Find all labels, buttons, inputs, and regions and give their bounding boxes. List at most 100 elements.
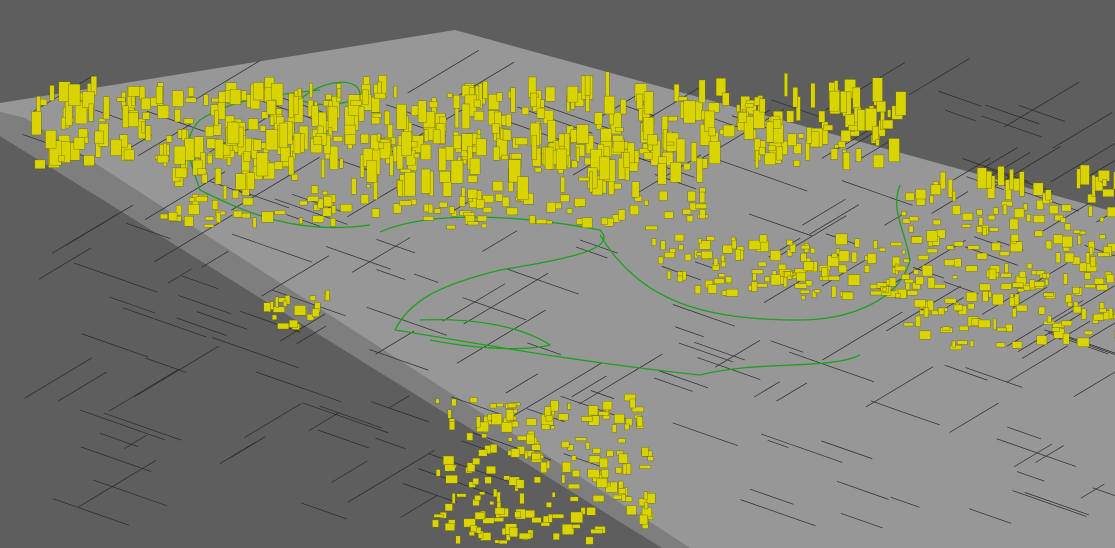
building bbox=[188, 87, 195, 97]
building bbox=[842, 291, 854, 300]
building bbox=[455, 148, 462, 153]
building bbox=[531, 517, 542, 523]
building bbox=[840, 130, 851, 142]
building bbox=[187, 204, 200, 215]
building bbox=[639, 514, 648, 525]
building bbox=[401, 131, 412, 156]
building bbox=[686, 215, 694, 223]
building bbox=[776, 146, 783, 161]
building bbox=[552, 532, 560, 540]
building bbox=[371, 208, 380, 218]
3d-viewport[interactable] bbox=[0, 0, 1115, 548]
building bbox=[1063, 273, 1068, 285]
building bbox=[189, 197, 195, 202]
building bbox=[603, 95, 616, 115]
building bbox=[584, 75, 591, 96]
building bbox=[915, 189, 927, 200]
building bbox=[325, 94, 332, 100]
building bbox=[476, 416, 481, 428]
building bbox=[1009, 169, 1014, 190]
building bbox=[951, 340, 956, 348]
building bbox=[174, 109, 181, 123]
building bbox=[330, 217, 336, 227]
building bbox=[313, 136, 322, 145]
building bbox=[329, 145, 339, 170]
building bbox=[848, 125, 858, 131]
building bbox=[525, 510, 535, 519]
building bbox=[83, 155, 95, 166]
building bbox=[818, 110, 826, 123]
building bbox=[759, 98, 766, 113]
building bbox=[872, 126, 879, 142]
building bbox=[128, 112, 139, 127]
building bbox=[1051, 327, 1060, 332]
building bbox=[696, 157, 703, 183]
building bbox=[622, 463, 627, 475]
building bbox=[299, 217, 303, 225]
building bbox=[545, 86, 556, 102]
building bbox=[957, 340, 968, 345]
building bbox=[516, 479, 525, 489]
building bbox=[644, 200, 649, 206]
building bbox=[1014, 293, 1020, 306]
building bbox=[1108, 307, 1113, 319]
building bbox=[698, 79, 706, 104]
building bbox=[830, 148, 838, 160]
building bbox=[544, 406, 552, 417]
building bbox=[540, 99, 545, 108]
building bbox=[751, 269, 764, 275]
building bbox=[913, 269, 919, 275]
building bbox=[399, 168, 412, 173]
building bbox=[172, 90, 184, 107]
building bbox=[611, 424, 617, 433]
building bbox=[451, 398, 457, 407]
building bbox=[560, 176, 566, 193]
building bbox=[1009, 293, 1014, 298]
building bbox=[876, 100, 886, 113]
building bbox=[895, 293, 901, 299]
building bbox=[708, 102, 720, 113]
building bbox=[570, 129, 578, 143]
building bbox=[614, 413, 625, 424]
building bbox=[701, 250, 713, 259]
building bbox=[562, 461, 571, 473]
building bbox=[501, 422, 513, 433]
building bbox=[687, 191, 696, 202]
building bbox=[722, 92, 730, 106]
building bbox=[517, 176, 529, 200]
building bbox=[1065, 294, 1072, 303]
building bbox=[519, 493, 525, 505]
building bbox=[566, 208, 573, 214]
building bbox=[139, 86, 146, 100]
building bbox=[1079, 230, 1087, 235]
building bbox=[677, 275, 683, 283]
building bbox=[1019, 171, 1025, 197]
building bbox=[1084, 272, 1091, 280]
building bbox=[88, 103, 94, 122]
building bbox=[323, 100, 330, 107]
building bbox=[969, 340, 974, 347]
building bbox=[576, 146, 580, 162]
building bbox=[122, 105, 129, 128]
building bbox=[493, 488, 498, 497]
building bbox=[474, 512, 485, 520]
building bbox=[461, 103, 471, 129]
building bbox=[906, 290, 918, 296]
building bbox=[283, 300, 288, 307]
building bbox=[999, 251, 1010, 256]
building bbox=[1014, 208, 1025, 219]
building bbox=[764, 152, 776, 166]
building bbox=[204, 125, 214, 137]
building bbox=[1077, 235, 1082, 245]
building bbox=[34, 159, 46, 169]
building bbox=[432, 129, 441, 144]
building bbox=[904, 279, 914, 284]
building bbox=[758, 146, 766, 155]
building bbox=[670, 162, 682, 183]
building bbox=[1077, 337, 1090, 347]
building bbox=[586, 507, 596, 516]
building bbox=[706, 236, 715, 241]
building bbox=[344, 134, 356, 145]
building bbox=[265, 129, 278, 151]
building bbox=[978, 217, 984, 226]
